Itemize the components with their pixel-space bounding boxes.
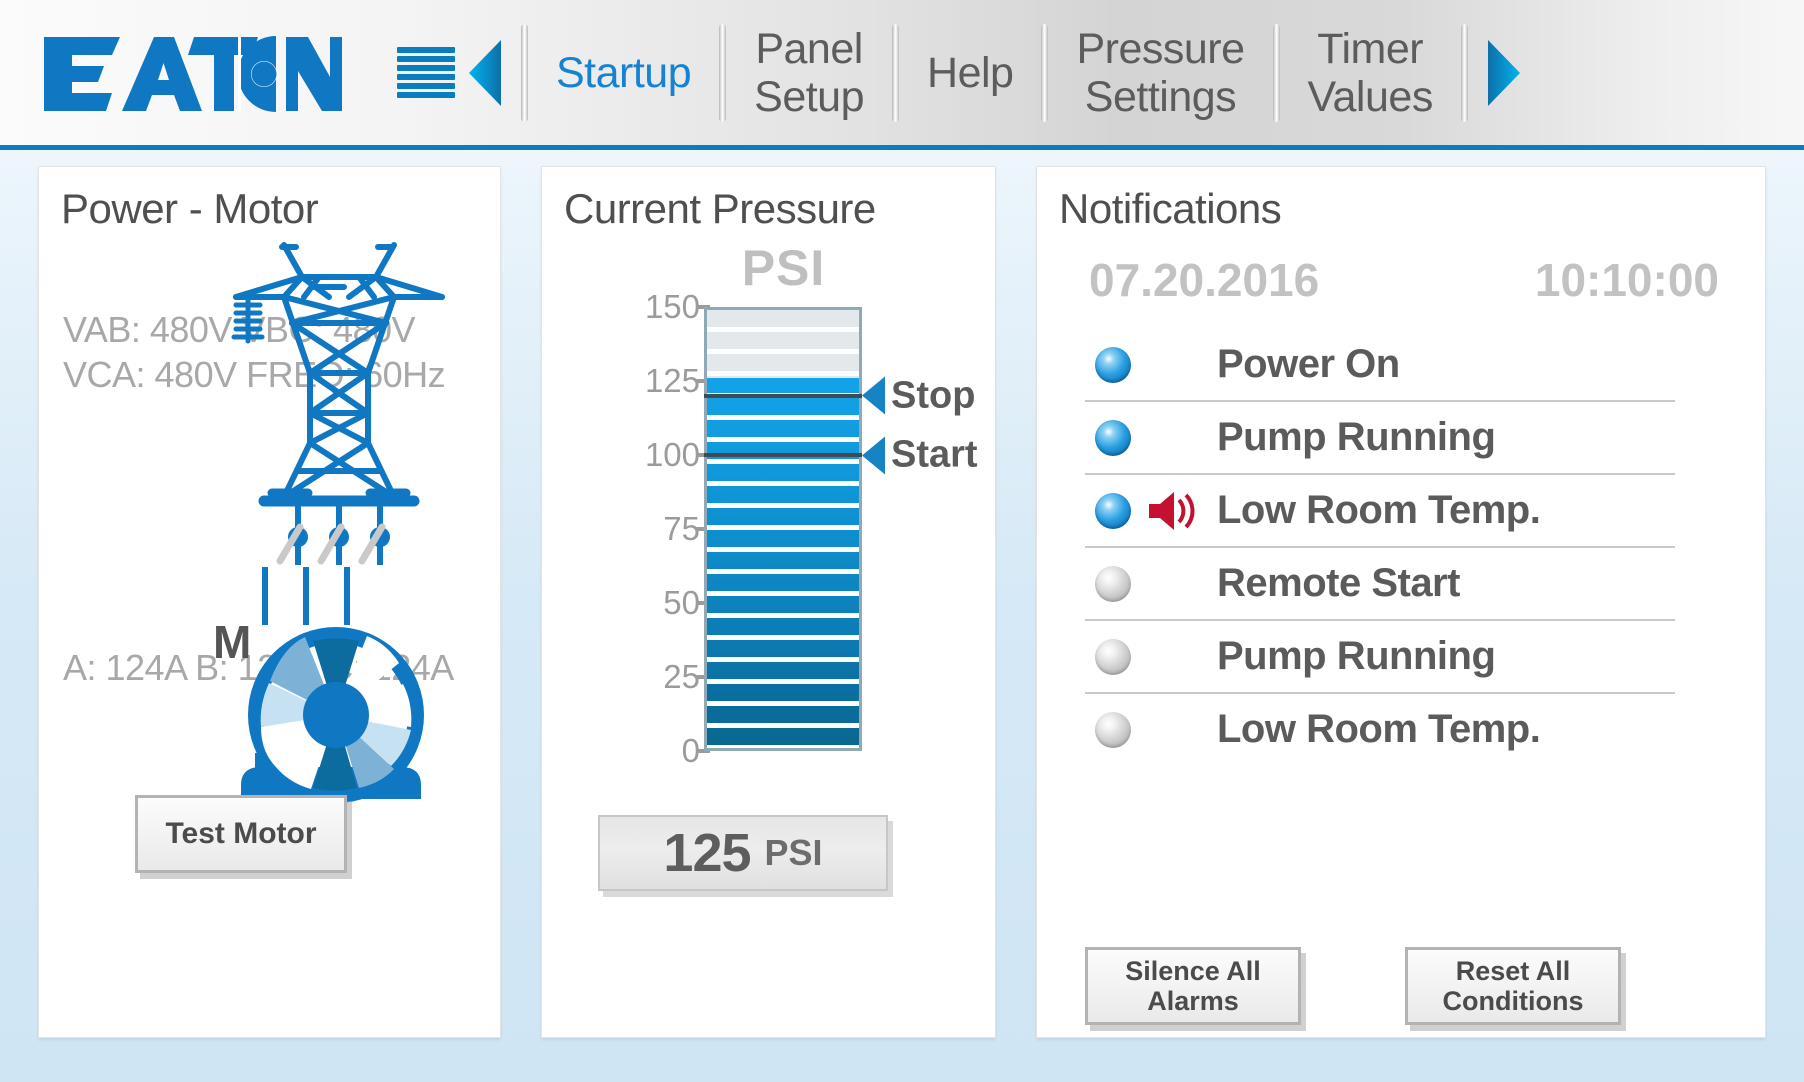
pressure-gauge: 150 125 100 75 50 25 0 Stop Start — [592, 288, 992, 769]
tab-timer-values[interactable]: Timer Values — [1282, 25, 1459, 121]
speaker-alarm-icon — [1149, 491, 1195, 530]
gauge-tick-100: 100 — [644, 436, 700, 473]
gauge-tick-75: 75 — [663, 510, 700, 547]
app-header: Startup Panel Setup Help Pressure Settin… — [0, 0, 1804, 150]
current-pressure-title: Current Pressure — [564, 185, 876, 232]
tab-help[interactable]: Help — [901, 49, 1039, 97]
stop-marker-label: Stop — [891, 374, 976, 417]
status-led-off — [1095, 711, 1131, 748]
nav-divider — [1460, 23, 1468, 122]
stop-marker[interactable]: Stop — [862, 374, 975, 417]
gauge-bar-stripes — [707, 310, 859, 748]
stop-threshold-line — [704, 393, 862, 398]
status-led-on — [1095, 419, 1131, 456]
nav-prev-button[interactable] — [455, 38, 519, 108]
tab-pressure-settings[interactable]: Pressure Settings — [1050, 25, 1270, 121]
notification-row[interactable]: Pump Running — [1085, 621, 1675, 694]
notification-datetime: 07.20.2016 10:10:00 — [1089, 253, 1719, 307]
notification-time: 10:10:00 — [1534, 254, 1719, 306]
tab-startup[interactable]: Startup — [530, 49, 717, 97]
power-motor-title: Power - Motor — [61, 185, 319, 232]
nav-divider — [1041, 23, 1049, 122]
gauge-tick-125: 125 — [644, 362, 700, 399]
triangle-left-icon — [862, 436, 885, 474]
notification-row[interactable]: Power On — [1085, 329, 1675, 402]
nav-divider — [1272, 23, 1280, 122]
status-led-off — [1095, 565, 1131, 602]
psi-unit-label: PSI — [741, 240, 826, 296]
pressure-value: 125 — [663, 823, 751, 883]
notifications-title: Notifications — [1059, 185, 1282, 232]
start-marker-label: Start — [891, 433, 978, 476]
chevron-left-icon — [469, 39, 501, 106]
notification-label: Remote Start — [1217, 561, 1460, 605]
nav-divider — [521, 23, 528, 122]
tab-panel-setup[interactable]: Panel Setup — [728, 25, 890, 121]
notifications-card: Notifications 07.20.2016 10:10:00 Power … — [1036, 166, 1766, 1038]
notification-list: Power On Pump Running Low Room Temp. Rem… — [1085, 329, 1675, 765]
notification-row[interactable]: Low Room Temp. — [1085, 694, 1675, 765]
eaton-logo — [44, 35, 342, 112]
start-marker[interactable]: Start — [862, 434, 978, 477]
gauge-axis-ticks: 150 125 100 75 50 25 0 — [592, 288, 710, 769]
notification-row[interactable]: Low Room Temp. — [1085, 475, 1675, 548]
nav-divider — [719, 23, 727, 122]
status-led-on — [1095, 346, 1131, 383]
notification-label: Low Room Temp. — [1217, 488, 1541, 532]
current-pressure-card: Current Pressure PSI 150 125 100 75 50 2… — [541, 166, 996, 1038]
transmission-tower-icon — [231, 242, 445, 565]
notification-label: Power On — [1217, 342, 1400, 386]
notification-row[interactable]: Pump Running — [1085, 402, 1675, 475]
power-motor-card: Power - Motor VAB: 480V VBC: 480V VCA: 4… — [38, 166, 501, 1038]
status-led-on — [1095, 492, 1131, 529]
test-motor-button[interactable]: Test Motor — [135, 795, 347, 873]
triangle-left-icon — [862, 376, 885, 415]
silence-all-alarms-button[interactable]: Silence All Alarms — [1085, 947, 1301, 1025]
nav-next-button[interactable] — [1470, 38, 1534, 108]
gauge-tick-150: 150 — [644, 288, 700, 325]
status-led-off — [1095, 638, 1131, 675]
notification-label: Low Room Temp. — [1217, 707, 1541, 751]
notification-label: Pump Running — [1217, 634, 1496, 678]
gauge-bar-track — [704, 307, 862, 751]
pressure-value-display: 125 PSI — [598, 815, 888, 891]
main-content: Power - Motor VAB: 480V VBC: 480V VCA: 4… — [0, 150, 1804, 1082]
notification-label: Pump Running — [1217, 415, 1496, 459]
motor-fan-icon — [241, 567, 424, 803]
speaker-alarm-slot[interactable] — [1147, 489, 1201, 533]
notification-row[interactable]: Remote Start — [1085, 548, 1675, 621]
reset-all-conditions-button[interactable]: Reset All Conditions — [1405, 947, 1621, 1025]
gauge-tick-50: 50 — [663, 584, 700, 621]
hamburger-icon[interactable] — [397, 46, 455, 99]
gauge-tick-25: 25 — [663, 658, 700, 695]
nav-divider — [892, 23, 900, 122]
chevron-right-icon — [1487, 39, 1520, 106]
notification-date: 07.20.2016 — [1089, 254, 1320, 306]
pressure-value-unit: PSI — [764, 832, 823, 873]
start-threshold-line — [704, 453, 862, 457]
